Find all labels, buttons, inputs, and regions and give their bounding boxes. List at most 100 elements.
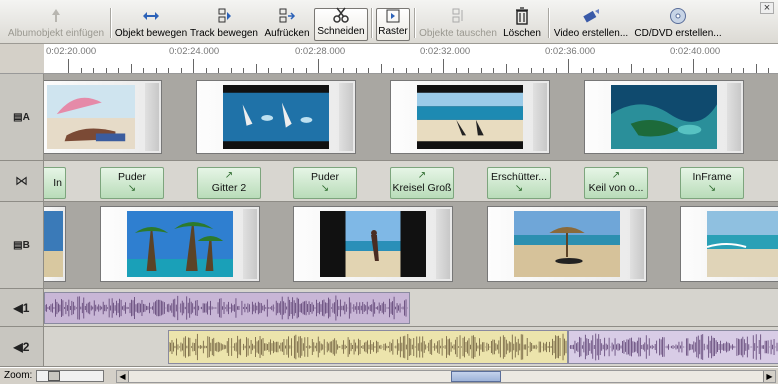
transition-arrow-icon: ↘	[320, 183, 330, 194]
transition-block[interactable]: Puder ↘	[100, 167, 164, 199]
ruler-tick	[180, 68, 182, 73]
ripple-icon	[277, 6, 297, 26]
move-track-label: Track bewegen	[190, 28, 258, 39]
video-clip[interactable]	[584, 80, 744, 154]
zoom-slider-thumb[interactable]	[47, 371, 60, 381]
move-track-button[interactable]: Track bewegen	[190, 0, 258, 44]
track-header-video-a[interactable]: ▤ A	[0, 74, 44, 161]
transition-block[interactable]: ↗ Kreisel Groß	[390, 167, 454, 199]
ruler-tick	[443, 59, 444, 73]
make-video-label: Video erstellen...	[553, 28, 629, 39]
move-track-icon	[214, 6, 234, 26]
ruler-tick	[718, 68, 719, 73]
transition-label: Puder	[117, 171, 147, 183]
album-add-button[interactable]: Albumobjekt einfügen	[6, 0, 106, 44]
cut-button[interactable]: Schneiden	[314, 6, 368, 41]
clip-thumbnail	[47, 85, 135, 149]
video-track-a[interactable]	[44, 74, 778, 161]
audio-clip[interactable]	[568, 330, 778, 364]
ruler-tick	[643, 68, 644, 73]
clip-thumbnail	[44, 211, 63, 277]
transition-arrow-icon: ↗	[611, 170, 621, 181]
video-track-b[interactable]	[44, 202, 778, 289]
move-object-button[interactable]: Objekt bewegen	[115, 0, 187, 44]
transition-block[interactable]: Erschütter... ↘	[487, 167, 551, 199]
track-header-audio-2[interactable]: ◀2	[0, 327, 44, 367]
zoom-label: Zoom:	[4, 370, 33, 381]
ruler-tick	[693, 59, 694, 73]
horizontal-scrollbar[interactable]: ◀ ▶	[116, 370, 776, 383]
zoom-slider[interactable]	[36, 370, 104, 382]
ruler-tick	[505, 64, 507, 73]
ruler-tick	[493, 68, 494, 73]
ripple-button[interactable]: Aufrücken	[262, 0, 312, 44]
ruler-label: 0:02:36.000	[545, 46, 596, 57]
toolbar-separator	[414, 8, 415, 38]
ruler-tick	[318, 59, 319, 73]
clip-grip[interactable]	[243, 209, 257, 279]
close-icon[interactable]: ×	[760, 2, 774, 14]
transition-block[interactable]: InFrame ↘	[680, 167, 744, 199]
video-clip[interactable]	[487, 206, 647, 282]
audio-clip[interactable]	[168, 330, 568, 364]
clip-grip[interactable]	[436, 209, 450, 279]
grid-label: Raster	[378, 26, 408, 37]
track-header-video-b[interactable]: ▤ B	[0, 202, 44, 289]
transition-block[interactable]: ↗ Keil von o...	[584, 167, 648, 199]
video-clip[interactable]	[680, 206, 778, 282]
transition-block[interactable]: ↗ Gitter 2	[197, 167, 261, 199]
ruler-tick	[455, 68, 457, 73]
film-icon: ▤	[13, 239, 23, 251]
audio-track-2[interactable]	[44, 327, 778, 367]
ruler-tick	[193, 59, 194, 73]
track-a-label: A	[22, 111, 30, 123]
delete-button[interactable]: Löschen	[500, 0, 544, 44]
ruler-tick	[755, 64, 757, 73]
video-clip[interactable]	[100, 206, 260, 282]
ruler-tick	[255, 64, 257, 73]
clip-grip[interactable]	[339, 83, 353, 151]
ruler-tick	[80, 68, 82, 73]
transition-block[interactable]: In	[44, 167, 66, 199]
audio-waveform	[169, 333, 567, 361]
ruler-tick	[305, 68, 307, 73]
audio-track-1[interactable]	[44, 289, 778, 327]
clip-grip[interactable]	[727, 83, 741, 151]
track-header-transitions[interactable]: ⋈	[0, 161, 44, 202]
scroll-left-button[interactable]: ◀	[117, 371, 129, 382]
grid-button[interactable]: Raster	[376, 8, 410, 41]
clip-grip[interactable]	[630, 209, 644, 279]
transition-arrow-icon: ↗	[417, 170, 427, 181]
ruler-tick	[343, 68, 344, 73]
make-video-button[interactable]: Video erstellen...	[554, 0, 628, 44]
video-clip[interactable]	[196, 80, 356, 154]
clip-thumbnail	[514, 211, 620, 277]
scroll-right-button[interactable]: ▶	[763, 371, 775, 382]
video-clip[interactable]	[44, 206, 66, 282]
video-clip[interactable]	[293, 206, 453, 282]
make-disc-button[interactable]: CD/DVD erstellen...	[632, 0, 724, 44]
track-header-audio-1[interactable]: ◀1	[0, 289, 44, 327]
ruler-tick	[218, 68, 219, 73]
transition-block[interactable]: Puder ↘	[293, 167, 357, 199]
scrollbar-thumb[interactable]	[451, 371, 502, 382]
transition-track[interactable]: In Puder ↘ ↗ Gitter 2 Puder ↘ ↗ Kreisel …	[44, 161, 778, 202]
swap-objects-button[interactable]: Objekte tauschen	[419, 0, 497, 44]
clip-grip[interactable]	[145, 83, 159, 151]
ruler-tick	[205, 68, 207, 73]
ruler-label: 0:02:24.000	[169, 46, 220, 57]
cut-label: Schneiden	[317, 26, 365, 37]
transition-track-icon: ⋈	[15, 173, 28, 188]
ruler-tick	[593, 68, 594, 73]
clip-grip[interactable]	[533, 83, 547, 151]
video-clip[interactable]	[390, 80, 550, 154]
ruler-tick	[143, 68, 144, 73]
audio-clip[interactable]	[44, 292, 410, 324]
scissors-icon	[331, 6, 351, 24]
ruler-tick	[243, 68, 244, 73]
video-clip[interactable]	[44, 80, 162, 154]
time-ruler[interactable]: 0:02:20.000 0:02:24.000 0:02:28.000 0:02…	[44, 44, 778, 74]
ruler-tick	[530, 68, 532, 73]
ruler-tick	[68, 59, 69, 73]
ruler-tick	[680, 68, 682, 73]
